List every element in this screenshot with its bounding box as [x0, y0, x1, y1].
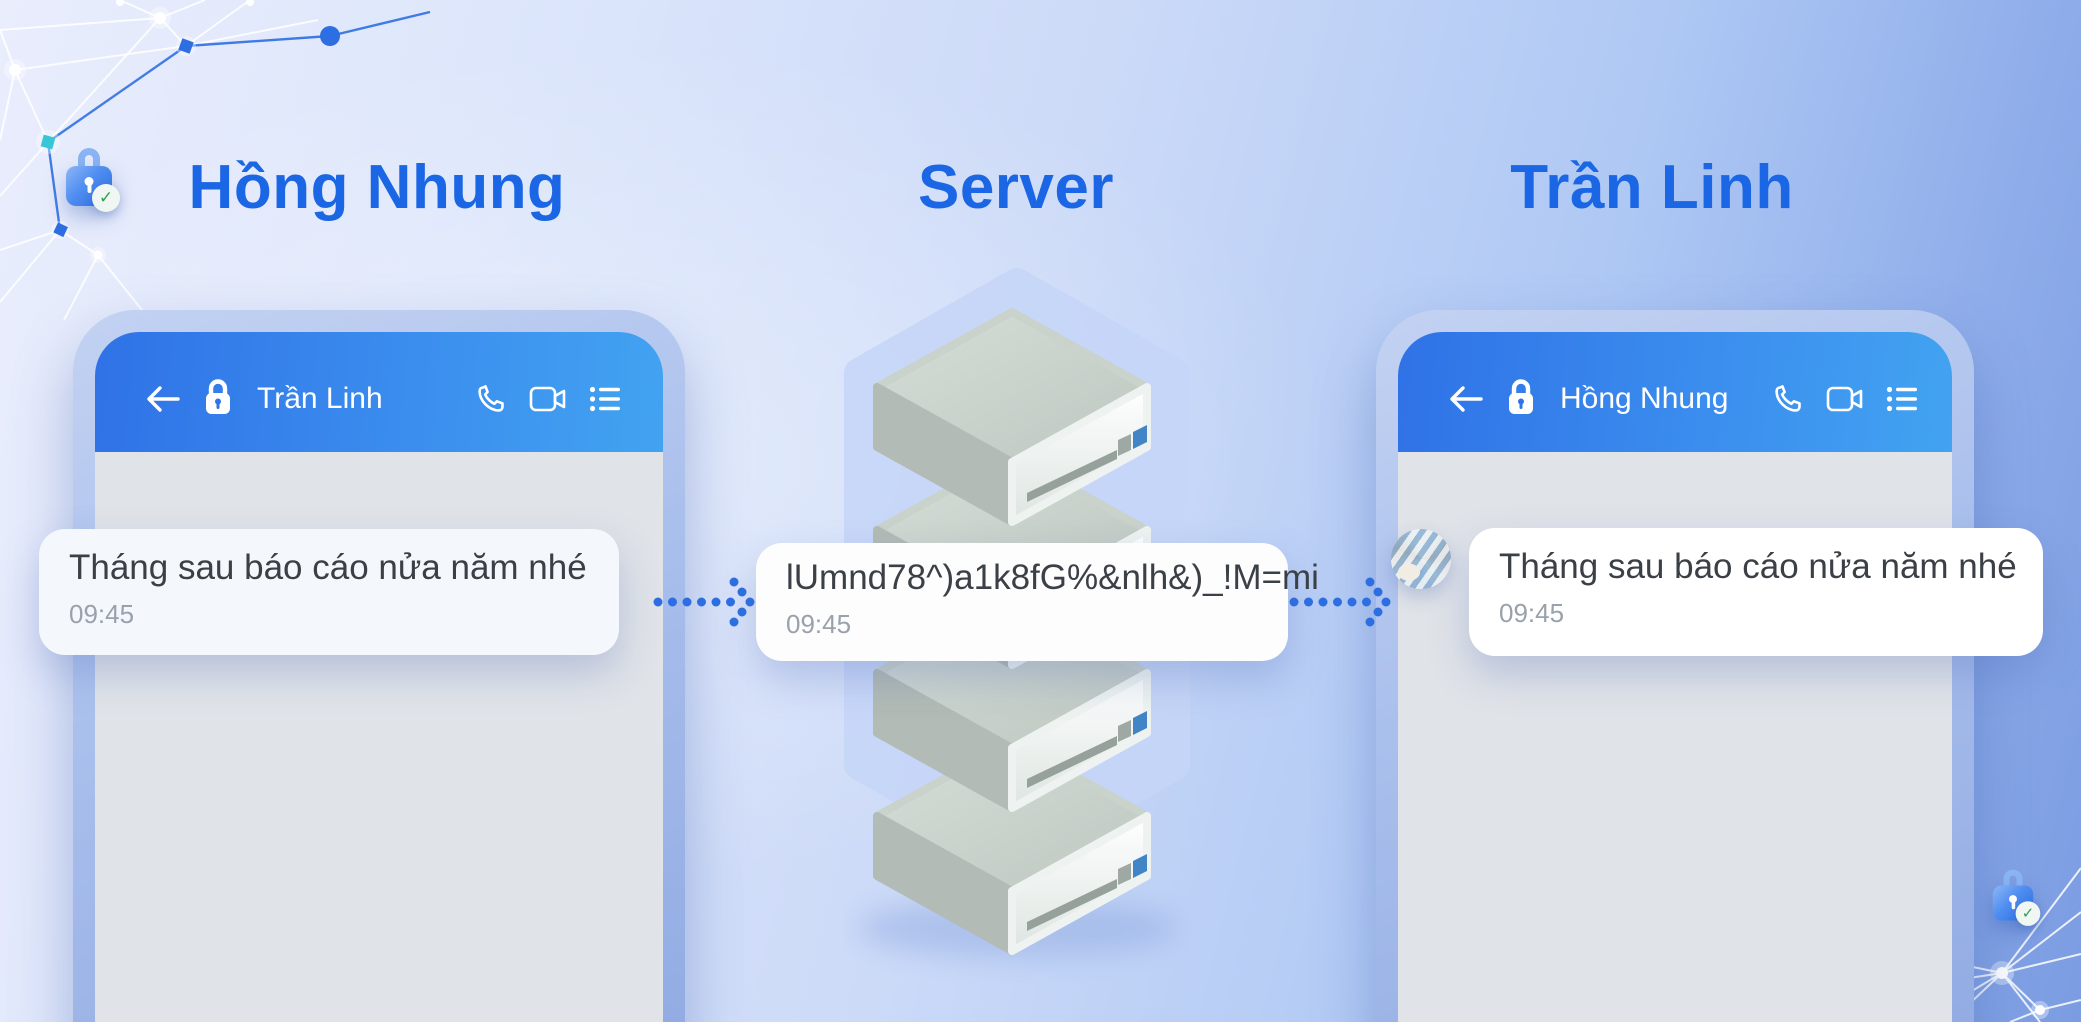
sender-title: Hồng Nhung [189, 152, 566, 223]
video-call-icon [1826, 385, 1864, 413]
lock-keyhole [85, 177, 94, 186]
lock-keyhole [2009, 895, 2017, 903]
back-button[interactable] [145, 384, 181, 414]
phone-call-icon [1772, 383, 1804, 415]
message-time: 09:45 [69, 599, 589, 630]
e2e-encryption-illustration: Hồng Nhung Server Trần Linh [0, 0, 2081, 1022]
encrypted-message-bubble: lUmnd78^)a1k8fG%&nlh&)_!M=mi 09:45 [756, 543, 1288, 661]
receiver-chat-appbar: Hồng Nhung [1398, 332, 1952, 452]
voice-call-button[interactable] [1772, 383, 1804, 415]
encrypt-flow-arrow [652, 572, 762, 632]
receiver-phone-screen: Hồng Nhung [1398, 332, 1952, 1022]
video-call-button[interactable] [529, 385, 567, 413]
list-menu-icon [589, 385, 621, 413]
phone-call-icon [475, 383, 507, 415]
voice-call-button[interactable] [475, 383, 507, 415]
check-badge-icon [92, 184, 120, 212]
chat-menu-button[interactable] [1886, 385, 1918, 413]
sender-phone-screen: Trần Linh [95, 332, 663, 1022]
receiver-title: Trần Linh [1510, 152, 1794, 223]
receiver-phone: Hồng Nhung [1376, 310, 1974, 1022]
encrypted-text: lUmnd78^)a1k8fG%&nlh&)_!M=mi [786, 555, 1258, 601]
message-text: Tháng sau báo cáo nửa năm nhé [69, 545, 589, 591]
check-badge-icon [2016, 901, 2041, 926]
sender-avatar [1391, 529, 1451, 589]
message-time: 09:45 [1499, 598, 2013, 629]
sender-chat-appbar: Trần Linh [95, 332, 663, 452]
arrow-left-icon [145, 384, 181, 414]
contact-name: Trần Linh [257, 382, 383, 416]
video-call-button[interactable] [1826, 385, 1864, 413]
message-time: 09:45 [786, 609, 1258, 640]
contact-name: Hồng Nhung [1560, 382, 1728, 416]
lock-check-icon [66, 148, 112, 208]
back-button[interactable] [1448, 384, 1484, 414]
message-text: Tháng sau báo cáo nửa năm nhé [1499, 544, 2013, 590]
lock-icon [203, 377, 233, 422]
server-title: Server [918, 152, 1114, 223]
arrow-left-icon [1448, 384, 1484, 414]
video-call-icon [529, 385, 567, 413]
chat-menu-button[interactable] [589, 385, 621, 413]
lock-check-icon [1993, 870, 2033, 923]
list-menu-icon [1886, 385, 1918, 413]
lock-icon [1506, 377, 1536, 422]
receiver-message-bubble: Tháng sau báo cáo nửa năm nhé 09:45 [1469, 528, 2043, 656]
sender-phone: Trần Linh [73, 310, 685, 1022]
sender-message-bubble: Tháng sau báo cáo nửa năm nhé 09:45 [39, 529, 619, 655]
